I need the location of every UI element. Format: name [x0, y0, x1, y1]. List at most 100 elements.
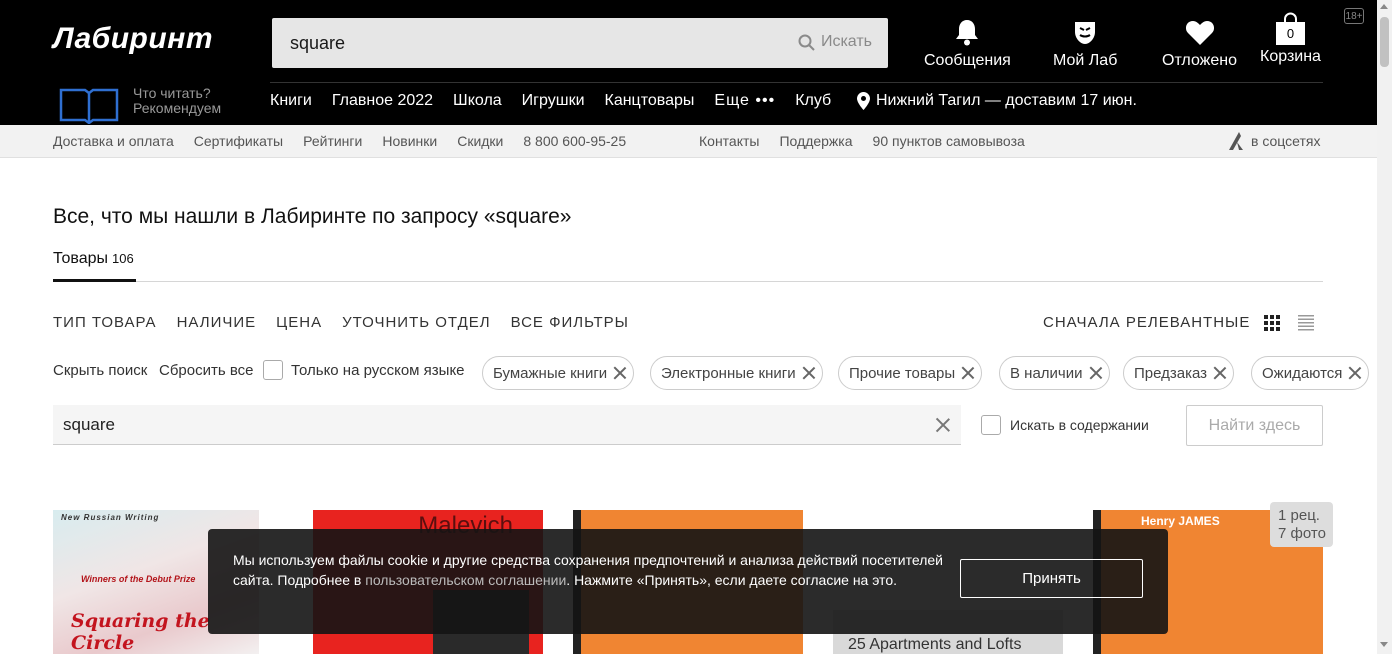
list-view-icon[interactable] — [1298, 315, 1314, 331]
chip-label: Ожидаются — [1262, 364, 1343, 382]
recommend-line2: Рекомендуем — [133, 100, 222, 116]
filter-department[interactable]: УТОЧНИТЬ ОТДЕЛ — [342, 314, 490, 331]
open-book-icon — [59, 88, 119, 125]
chip-ebooks[interactable]: Электронные книги — [650, 356, 823, 390]
chip-label: Электронные книги — [661, 364, 796, 382]
secondary-nav: Доставка и оплата Сертификаты Рейтинги Н… — [0, 125, 1377, 158]
russian-only-label: Только на русском языке — [291, 362, 465, 379]
chip-other-goods[interactable]: Прочие товары — [838, 356, 983, 390]
nav-more[interactable]: Еще ••• — [714, 92, 775, 110]
cookie-text-part2: . Нажмите «Принять», если даете согласие… — [566, 572, 897, 588]
search-button-label: Искать — [820, 33, 872, 50]
heart-icon — [1185, 21, 1214, 45]
chip-label: Бумажные книги — [493, 364, 608, 382]
close-icon[interactable] — [961, 366, 975, 380]
close-icon[interactable] — [1089, 366, 1103, 380]
close-icon[interactable] — [1348, 366, 1362, 380]
sort-selector[interactable]: СНАЧАЛА РЕЛЕВАНТНЫЕ — [1043, 314, 1250, 331]
close-icon[interactable] — [802, 366, 816, 380]
recommend-line1: Что читать? — [133, 85, 211, 101]
chip-preorder[interactable]: Предзаказ — [1123, 356, 1235, 390]
sub-support[interactable]: Поддержка — [779, 133, 852, 149]
header-divider — [270, 82, 1323, 83]
messages-label: Сообщения — [924, 52, 1011, 69]
favorites-button[interactable]: Отложено — [1162, 18, 1237, 70]
map-pin-icon — [857, 92, 870, 110]
cart-count: 0 — [1286, 26, 1295, 41]
social-link[interactable]: в соцсетях — [1227, 132, 1320, 150]
close-icon[interactable] — [1213, 366, 1227, 380]
close-icon[interactable] — [613, 366, 627, 380]
site-header: Лабиринт Искать Сообщения Мой Лаб Отложе… — [0, 0, 1377, 125]
search-bar: Искать — [272, 18, 888, 68]
messages-button[interactable]: Сообщения — [924, 18, 1011, 70]
nav-toys[interactable]: Игрушки — [522, 92, 585, 110]
page-scrollbar[interactable] — [1377, 0, 1392, 654]
reviews-photos-badge[interactable]: 1 рец. 7 фото — [1270, 502, 1333, 547]
filter-bar: ТИП ТОВАРА НАЛИЧИЕ ЦЕНА УТОЧНИТЬ ОТДЕЛ В… — [53, 314, 649, 331]
nav-books[interactable]: Книги — [270, 92, 312, 110]
chip-label: Прочие товары — [849, 364, 956, 382]
nav-club[interactable]: Клуб — [795, 92, 831, 110]
sub-delivery[interactable]: Доставка и оплата — [53, 133, 174, 149]
location-selector[interactable]: Нижний Тагил — доставим 17 июн. — [857, 92, 1137, 110]
search-button[interactable]: Искать — [798, 33, 872, 51]
chip-paper-books[interactable]: Бумажные книги — [482, 356, 635, 390]
hide-search-link[interactable]: Скрыть поиск — [53, 362, 147, 379]
photos-count: 7 фото — [1278, 525, 1326, 542]
scroll-up-arrow[interactable] — [1380, 4, 1388, 9]
refine-search-input[interactable] — [53, 405, 913, 445]
scrollbar-thumb[interactable] — [1380, 17, 1389, 67]
chip-in-stock[interactable]: В наличии — [999, 356, 1110, 390]
sub-contacts[interactable]: Контакты — [699, 133, 759, 149]
cart-button[interactable]: 0 Корзина — [1260, 12, 1321, 66]
filter-availability[interactable]: НАЛИЧИЕ — [177, 314, 257, 331]
filter-type[interactable]: ТИП ТОВАРА — [53, 314, 157, 331]
chip-label: В наличии — [1010, 364, 1083, 382]
sub-new[interactable]: Новинки — [382, 133, 437, 149]
sub-discounts[interactable]: Скидки — [457, 133, 503, 149]
nav-school[interactable]: Школа — [453, 92, 502, 110]
sub-phone[interactable]: 8 800 600-95-25 — [523, 133, 626, 149]
nav-stationery[interactable]: Канцтовары — [605, 92, 695, 110]
sub-pickup-points[interactable]: 90 пунктов самовывоза — [873, 133, 1025, 149]
filter-price[interactable]: ЦЕНА — [276, 314, 322, 331]
accept-cookies-button[interactable]: Принять — [960, 559, 1143, 598]
reviews-count: 1 рец. — [1278, 507, 1320, 524]
chip-label: Предзаказ — [1134, 364, 1208, 382]
recommend-link[interactable] — [58, 84, 120, 129]
social-label: в соцсетях — [1251, 133, 1321, 149]
cookie-text: Мы используем файлы cookie и другие сред… — [233, 550, 943, 590]
location-text: Нижний Тагил — доставим 17 июн. — [876, 92, 1137, 109]
cookie-banner: Мы используем файлы cookie и другие сред… — [208, 529, 1168, 634]
chip-expected[interactable]: Ожидаются — [1251, 356, 1370, 390]
site-logo[interactable]: Лабиринт — [53, 22, 213, 56]
recommend-text[interactable]: Что читать? Рекомендуем — [133, 86, 221, 116]
results-tabs: Товары 106 — [53, 250, 1323, 282]
search-in-content-checkbox[interactable] — [981, 415, 1001, 435]
my-lab-button[interactable]: Мой Лаб — [1053, 18, 1117, 70]
cover-text: Henry JAMES — [1141, 514, 1220, 528]
cover-text: 25 Apartments and Lofts — [848, 636, 1022, 653]
sub-certificates[interactable]: Сертификаты — [194, 133, 283, 149]
bell-icon — [956, 20, 979, 46]
clear-icon[interactable] — [935, 417, 951, 433]
refine-search-box — [53, 405, 961, 445]
russian-only-checkbox[interactable] — [263, 360, 283, 380]
nav-main-2022[interactable]: Главное 2022 — [332, 92, 433, 110]
search-in-content-label: Искать в содержании — [1010, 417, 1149, 433]
user-agreement-link[interactable]: пользовательском соглашении — [365, 572, 566, 588]
cover-text: New Russian Writing — [61, 513, 160, 522]
find-here-button[interactable]: Найти здесь — [1186, 405, 1323, 446]
filter-all[interactable]: ВСЕ ФИЛЬТРЫ — [511, 314, 629, 331]
grid-view-icon[interactable] — [1264, 315, 1280, 331]
tab-products-count: 106 — [112, 251, 134, 266]
search-input[interactable] — [272, 18, 772, 68]
favorites-label: Отложено — [1162, 52, 1237, 69]
tab-products[interactable]: Товары 106 — [53, 250, 136, 282]
sub-ratings[interactable]: Рейтинги — [303, 133, 362, 149]
page-title: Все, что мы нашли в Лабиринте по запросу… — [53, 205, 572, 228]
reset-all-link[interactable]: Сбросить все — [159, 362, 253, 379]
scroll-down-arrow[interactable] — [1380, 642, 1388, 647]
profile-icon — [1075, 22, 1096, 44]
